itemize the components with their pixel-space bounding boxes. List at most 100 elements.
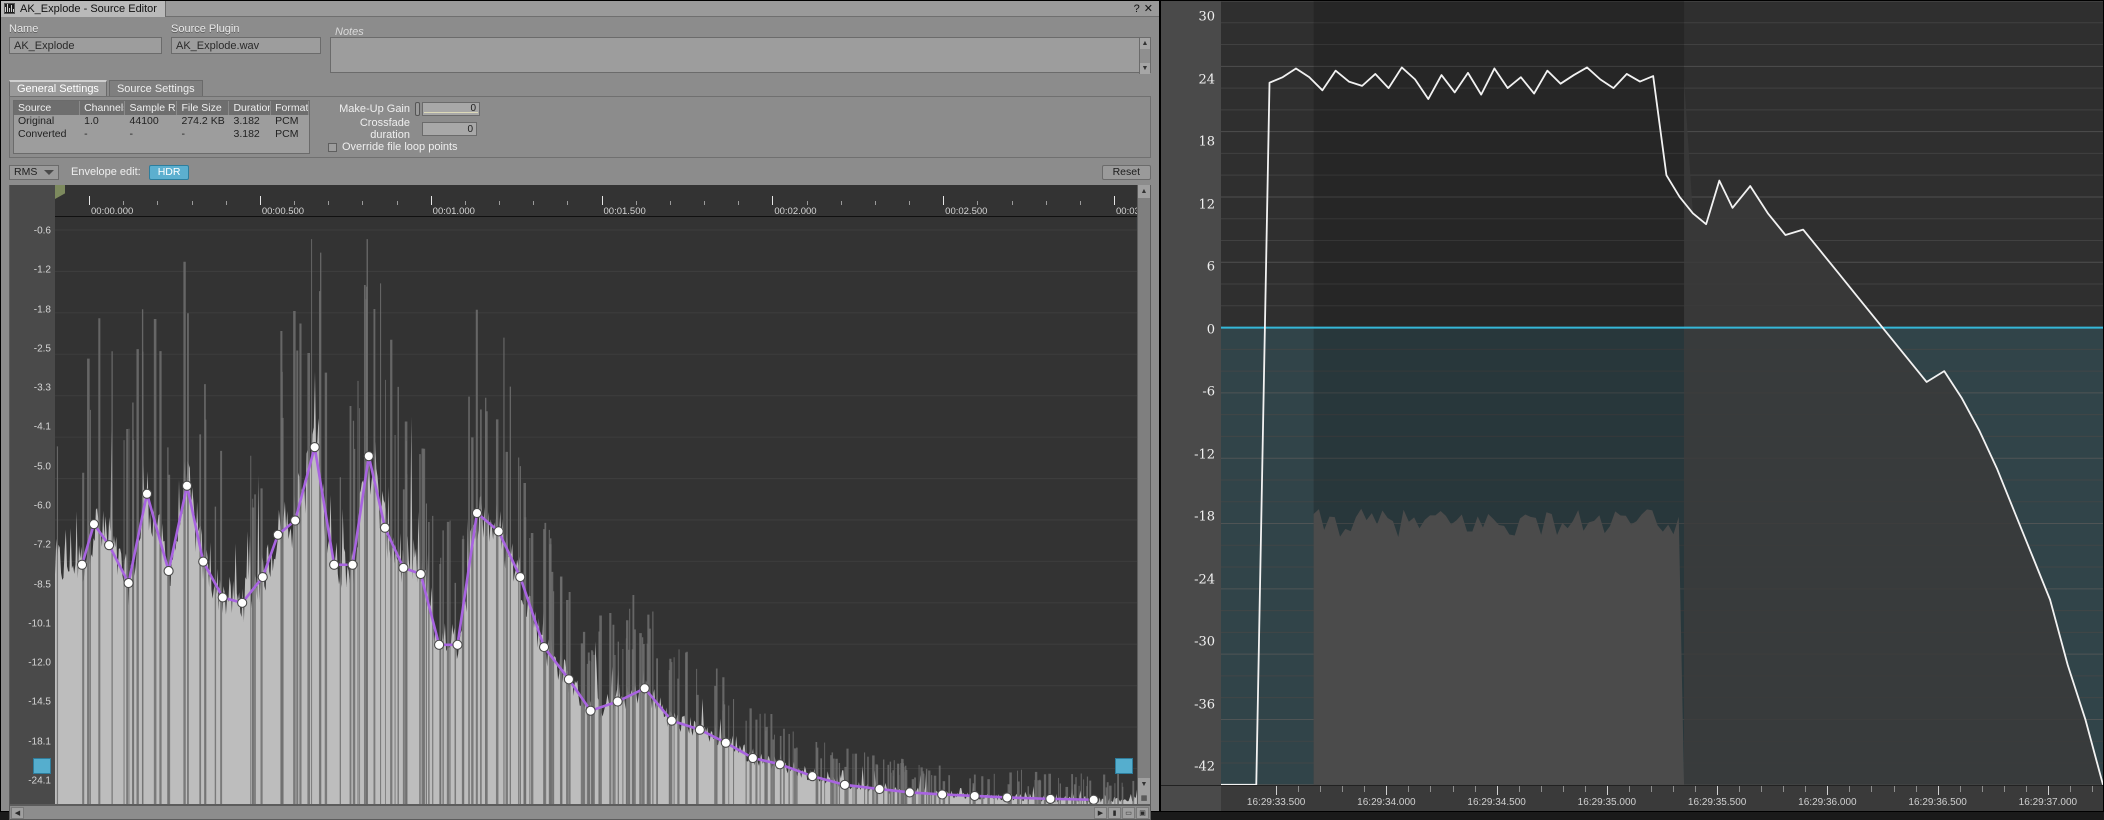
name-input[interactable]: AK_Explode — [9, 37, 162, 54]
cell-sample-rate: 44100 — [126, 115, 178, 128]
envelope-control-point[interactable] — [938, 790, 947, 799]
envelope-control-point[interactable] — [399, 563, 408, 572]
envelope-control-point[interactable] — [970, 791, 979, 800]
envelope-control-point[interactable] — [564, 675, 573, 684]
hdr-button[interactable]: HDR — [149, 165, 190, 180]
close-icon[interactable]: ✕ — [1144, 4, 1153, 15]
envelope-control-point[interactable] — [435, 640, 444, 649]
envelope-control-point[interactable] — [199, 557, 208, 566]
scroll-up-icon[interactable]: ▲ — [1138, 185, 1150, 198]
override-loop-checkbox[interactable] — [328, 143, 337, 152]
profiler-chart-canvas[interactable] — [1221, 1, 2103, 785]
envelope-control-point[interactable] — [310, 443, 319, 452]
envelope-control-point[interactable] — [291, 516, 300, 525]
notes-textarea[interactable]: ▲ ▼ — [330, 37, 1151, 73]
envelope-control-point[interactable] — [238, 598, 247, 607]
envelope-control-point[interactable] — [516, 573, 525, 582]
ruler-minor-tick — [533, 201, 534, 205]
waveform-canvas[interactable] — [55, 217, 1137, 804]
envelope-control-point[interactable] — [330, 560, 339, 569]
envelope-control-point[interactable] — [613, 697, 622, 706]
zoom-all-icon[interactable]: ▣ — [1136, 807, 1149, 819]
envelope-control-point[interactable] — [164, 566, 173, 575]
waveform-y-tick: -1.2 — [34, 265, 51, 276]
envelope-control-point[interactable] — [472, 508, 481, 517]
envelope-control-point[interactable] — [540, 643, 549, 652]
zoom-out-icon[interactable]: ▭ — [1122, 807, 1135, 819]
envelope-control-point[interactable] — [667, 716, 676, 725]
envelope-control-point[interactable] — [416, 570, 425, 579]
profiler-y-tick: -30 — [1194, 635, 1215, 650]
timeline-start-marker[interactable] — [55, 185, 65, 199]
cell-duration: 3.182 — [229, 115, 271, 128]
reset-button[interactable]: Reset — [1102, 165, 1151, 180]
scroll-down-icon[interactable]: ▼ — [1138, 778, 1150, 791]
envelope-control-point[interactable] — [840, 780, 849, 789]
envelope-control-point[interactable] — [124, 578, 133, 587]
selection-handle-right[interactable] — [1115, 758, 1133, 774]
envelope-control-point[interactable] — [258, 573, 267, 582]
profiler-y-tick: -36 — [1194, 697, 1215, 712]
envelope-control-point[interactable] — [218, 593, 227, 602]
tab-source-settings[interactable]: Source Settings — [109, 80, 203, 96]
zoom-fit-icon[interactable]: ▦ — [1138, 791, 1150, 804]
envelope-control-point[interactable] — [453, 640, 462, 649]
envelope-control-point[interactable] — [364, 452, 373, 461]
scroll-up-icon[interactable]: ▲ — [1140, 38, 1150, 49]
plugin-input[interactable]: AK_Explode.wav — [171, 37, 321, 54]
table-row[interactable]: Converted - - - 3.182 PCM — [14, 128, 309, 141]
envelope-control-point[interactable] — [1089, 795, 1098, 804]
table-row[interactable]: Original 1.0 44100 274.2 KB 3.182 PCM — [14, 115, 309, 128]
envelope-control-point[interactable] — [182, 481, 191, 490]
profiler-minor-tick — [1651, 786, 1652, 792]
zoom-in-icon[interactable]: ▮ — [1108, 807, 1121, 819]
selection-handle-left[interactable] — [33, 758, 51, 774]
envelope-control-point[interactable] — [273, 530, 282, 539]
general-settings-panel: Source Channels Sample Rate File Size Du… — [9, 96, 1151, 158]
envelope-control-point[interactable] — [586, 706, 595, 715]
envelope-control-point[interactable] — [142, 489, 151, 498]
envelope-control-point[interactable] — [721, 738, 730, 747]
envelope-control-point[interactable] — [348, 560, 357, 569]
makeup-gain-slider[interactable] — [415, 102, 420, 116]
override-loop-label: Override file loop points — [342, 141, 458, 153]
crossfade-input[interactable]: 0 — [422, 122, 477, 136]
waveform-timeline-ruler[interactable]: 00:00.00000:00.50000:01.00000:01.50000:0… — [55, 185, 1137, 217]
profiler-y-tick: 12 — [1198, 197, 1215, 212]
tab-general-settings[interactable]: General Settings — [9, 80, 107, 96]
waveform-vertical-scrollbar[interactable]: ▲ ▼ ▦ — [1137, 185, 1150, 804]
envelope-control-point[interactable] — [1046, 794, 1055, 803]
envelope-mode-select[interactable]: RMS — [9, 165, 59, 180]
envelope-control-point[interactable] — [380, 523, 389, 532]
window-tab[interactable]: AK_Explode - Source Editor — [1, 1, 166, 17]
cell-duration: 3.182 — [229, 128, 271, 141]
waveform-horizontal-scrollbar[interactable]: ◀ ▶ ▮ ▭ ▣ — [9, 805, 1151, 820]
envelope-control-point[interactable] — [905, 788, 914, 797]
voice-meter-bars — [1314, 509, 1684, 785]
envelope-control-point[interactable] — [875, 784, 884, 793]
scroll-left-icon[interactable]: ◀ — [11, 807, 24, 819]
envelope-control-point[interactable] — [1003, 793, 1012, 802]
envelope-control-point[interactable] — [89, 520, 98, 529]
profiler-major-tick — [1276, 786, 1277, 795]
envelope-control-point[interactable] — [105, 541, 114, 550]
window-title: AK_Explode - Source Editor — [20, 3, 157, 15]
envelope-control-point[interactable] — [748, 753, 757, 762]
help-button[interactable]: ? — [1134, 4, 1140, 15]
envelope-control-point[interactable] — [808, 772, 817, 781]
envelope-control-point[interactable] — [640, 684, 649, 693]
ruler-minor-tick — [567, 201, 568, 205]
envelope-control-point[interactable] — [494, 527, 503, 536]
makeup-gain-input[interactable]: 0 — [422, 102, 480, 116]
scroll-right-icon[interactable]: ▶ — [1094, 807, 1107, 819]
notes-scrollbar[interactable]: ▲ ▼ — [1139, 38, 1150, 74]
envelope-control-point[interactable] — [78, 560, 87, 569]
waveform-plot[interactable]: 00:00.00000:00.50000:01.00000:01.50000:0… — [55, 185, 1137, 804]
envelope-control-point[interactable] — [775, 760, 784, 769]
override-loop-row[interactable]: Override file loop points — [326, 141, 1147, 153]
profiler-plot[interactable] — [1221, 1, 2103, 785]
scroll-down-icon[interactable]: ▼ — [1140, 63, 1150, 74]
envelope-control-point[interactable] — [695, 725, 704, 734]
profiler-minor-tick — [1695, 786, 1696, 792]
ruler-major-tick — [772, 196, 773, 205]
